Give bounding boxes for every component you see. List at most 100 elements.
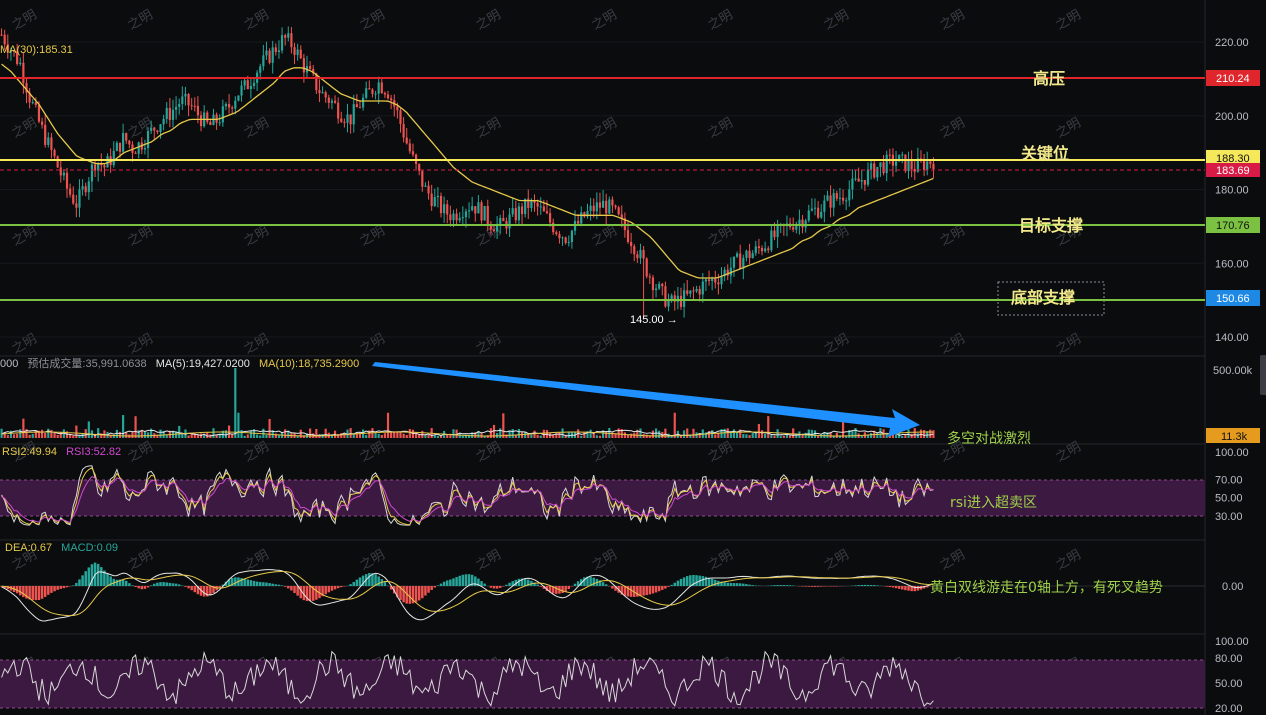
- candle-body: [667, 300, 670, 307]
- candle-body: [776, 225, 779, 238]
- macd-bar: [115, 579, 119, 586]
- rsi-annotation: rsi进入超卖区: [950, 495, 1037, 511]
- volume-bar: [617, 428, 620, 438]
- volume-bar: [651, 430, 655, 438]
- candle-body: [349, 114, 352, 125]
- candle-body: [929, 161, 932, 164]
- candle-body: [664, 286, 667, 307]
- candle-body: [879, 162, 882, 168]
- macd-bar: [43, 586, 47, 597]
- macd-bar: [689, 575, 692, 586]
- macd-bar: [140, 586, 144, 590]
- candle-body: [296, 49, 299, 55]
- volume-bar: [714, 434, 717, 438]
- candle-body: [866, 169, 870, 185]
- candle-body: [418, 163, 421, 171]
- candle-body: [458, 217, 461, 221]
- volume-bar: [517, 429, 521, 438]
- candle-body: [265, 50, 268, 56]
- macd-bar: [748, 584, 751, 586]
- macd-bar: [629, 586, 633, 597]
- volume-bar: [645, 434, 648, 438]
- volume-bar: [502, 413, 505, 438]
- macd-bar: [368, 573, 371, 586]
- macd-bar: [336, 586, 340, 589]
- candle-body: [926, 161, 929, 171]
- macd-bar: [184, 586, 187, 587]
- volume-bar: [767, 416, 770, 438]
- svg-text:DEA:0.67 MACD:0.09: DEA:0.67 MACD:0.09: [5, 542, 118, 554]
- volume-bar: [626, 435, 630, 438]
- macd-bar: [860, 584, 864, 586]
- candle-body: [580, 212, 583, 224]
- level-tag-target: 170.76: [1216, 220, 1250, 232]
- volume-bar: [630, 433, 633, 438]
- volume-bar: [212, 428, 215, 438]
- macd-bar: [277, 584, 281, 586]
- candle-body: [832, 193, 835, 208]
- candle-body: [69, 188, 72, 195]
- volume-bar: [658, 430, 661, 438]
- macd-bar: [916, 586, 920, 591]
- candle-body: [654, 288, 658, 291]
- candle-body: [19, 62, 22, 64]
- candle-body: [882, 162, 885, 174]
- volume-bar: [143, 431, 147, 438]
- candle-body: [592, 205, 595, 212]
- candle-body: [904, 154, 907, 172]
- candle-body: [165, 107, 168, 119]
- macd-bar: [287, 586, 290, 589]
- volume-bar: [748, 435, 751, 438]
- volume-bar: [552, 435, 555, 438]
- candle-body: [374, 93, 377, 95]
- macd-bar: [315, 586, 318, 600]
- volume-bar: [773, 435, 776, 438]
- candle-body: [293, 47, 296, 55]
- macd-bar: [414, 586, 418, 603]
- volume-bar: [539, 435, 542, 438]
- macd-bar: [383, 582, 387, 586]
- macd-bar: [782, 585, 786, 586]
- candle-body: [112, 150, 115, 166]
- candle-body: [598, 202, 602, 208]
- volume-last-tag: 11.3k: [1221, 431, 1248, 443]
- candle-body: [701, 281, 704, 295]
- macd-bar: [153, 583, 156, 586]
- macd-bar: [502, 586, 505, 587]
- macd-bar: [863, 584, 867, 586]
- macd-bar: [854, 585, 857, 586]
- macd-bar: [40, 586, 44, 599]
- volume-bar: [246, 434, 249, 438]
- level-tag-bottom: 150.66: [1216, 293, 1250, 305]
- candle-body: [274, 47, 277, 52]
- macd-bar: [611, 586, 614, 589]
- volume-legend-ma5: MA(5):19,427.0200: [156, 358, 250, 370]
- candle-body: [118, 142, 122, 152]
- candle-body: [486, 205, 489, 224]
- macd-bar: [498, 586, 502, 588]
- macd-bar: [670, 584, 673, 586]
- price-tick: 180.00: [1215, 185, 1249, 197]
- candle-body: [820, 211, 823, 218]
- candle-body: [446, 204, 449, 215]
- candle-body: [813, 207, 817, 209]
- macd-bar: [202, 586, 206, 597]
- macd-bar: [536, 584, 539, 586]
- macd-bar: [876, 585, 879, 586]
- candle-body: [346, 114, 349, 123]
- macd-bar: [187, 586, 190, 589]
- price-tick: 200.00: [1215, 111, 1249, 123]
- panel-collapse-handle[interactable]: [1260, 355, 1266, 395]
- macd-bar: [240, 578, 243, 586]
- volume-bar: [87, 421, 90, 438]
- candle-body: [402, 123, 405, 138]
- volume-bar: [436, 435, 439, 438]
- candle-body: [617, 207, 620, 215]
- macd-bar: [159, 582, 162, 586]
- candle-body: [764, 248, 767, 252]
- oscillator-tick: 50.00: [1215, 678, 1243, 690]
- volume-bar: [894, 434, 898, 438]
- candle-body: [558, 234, 561, 239]
- candle-body: [184, 93, 187, 97]
- macd-bar: [234, 577, 237, 586]
